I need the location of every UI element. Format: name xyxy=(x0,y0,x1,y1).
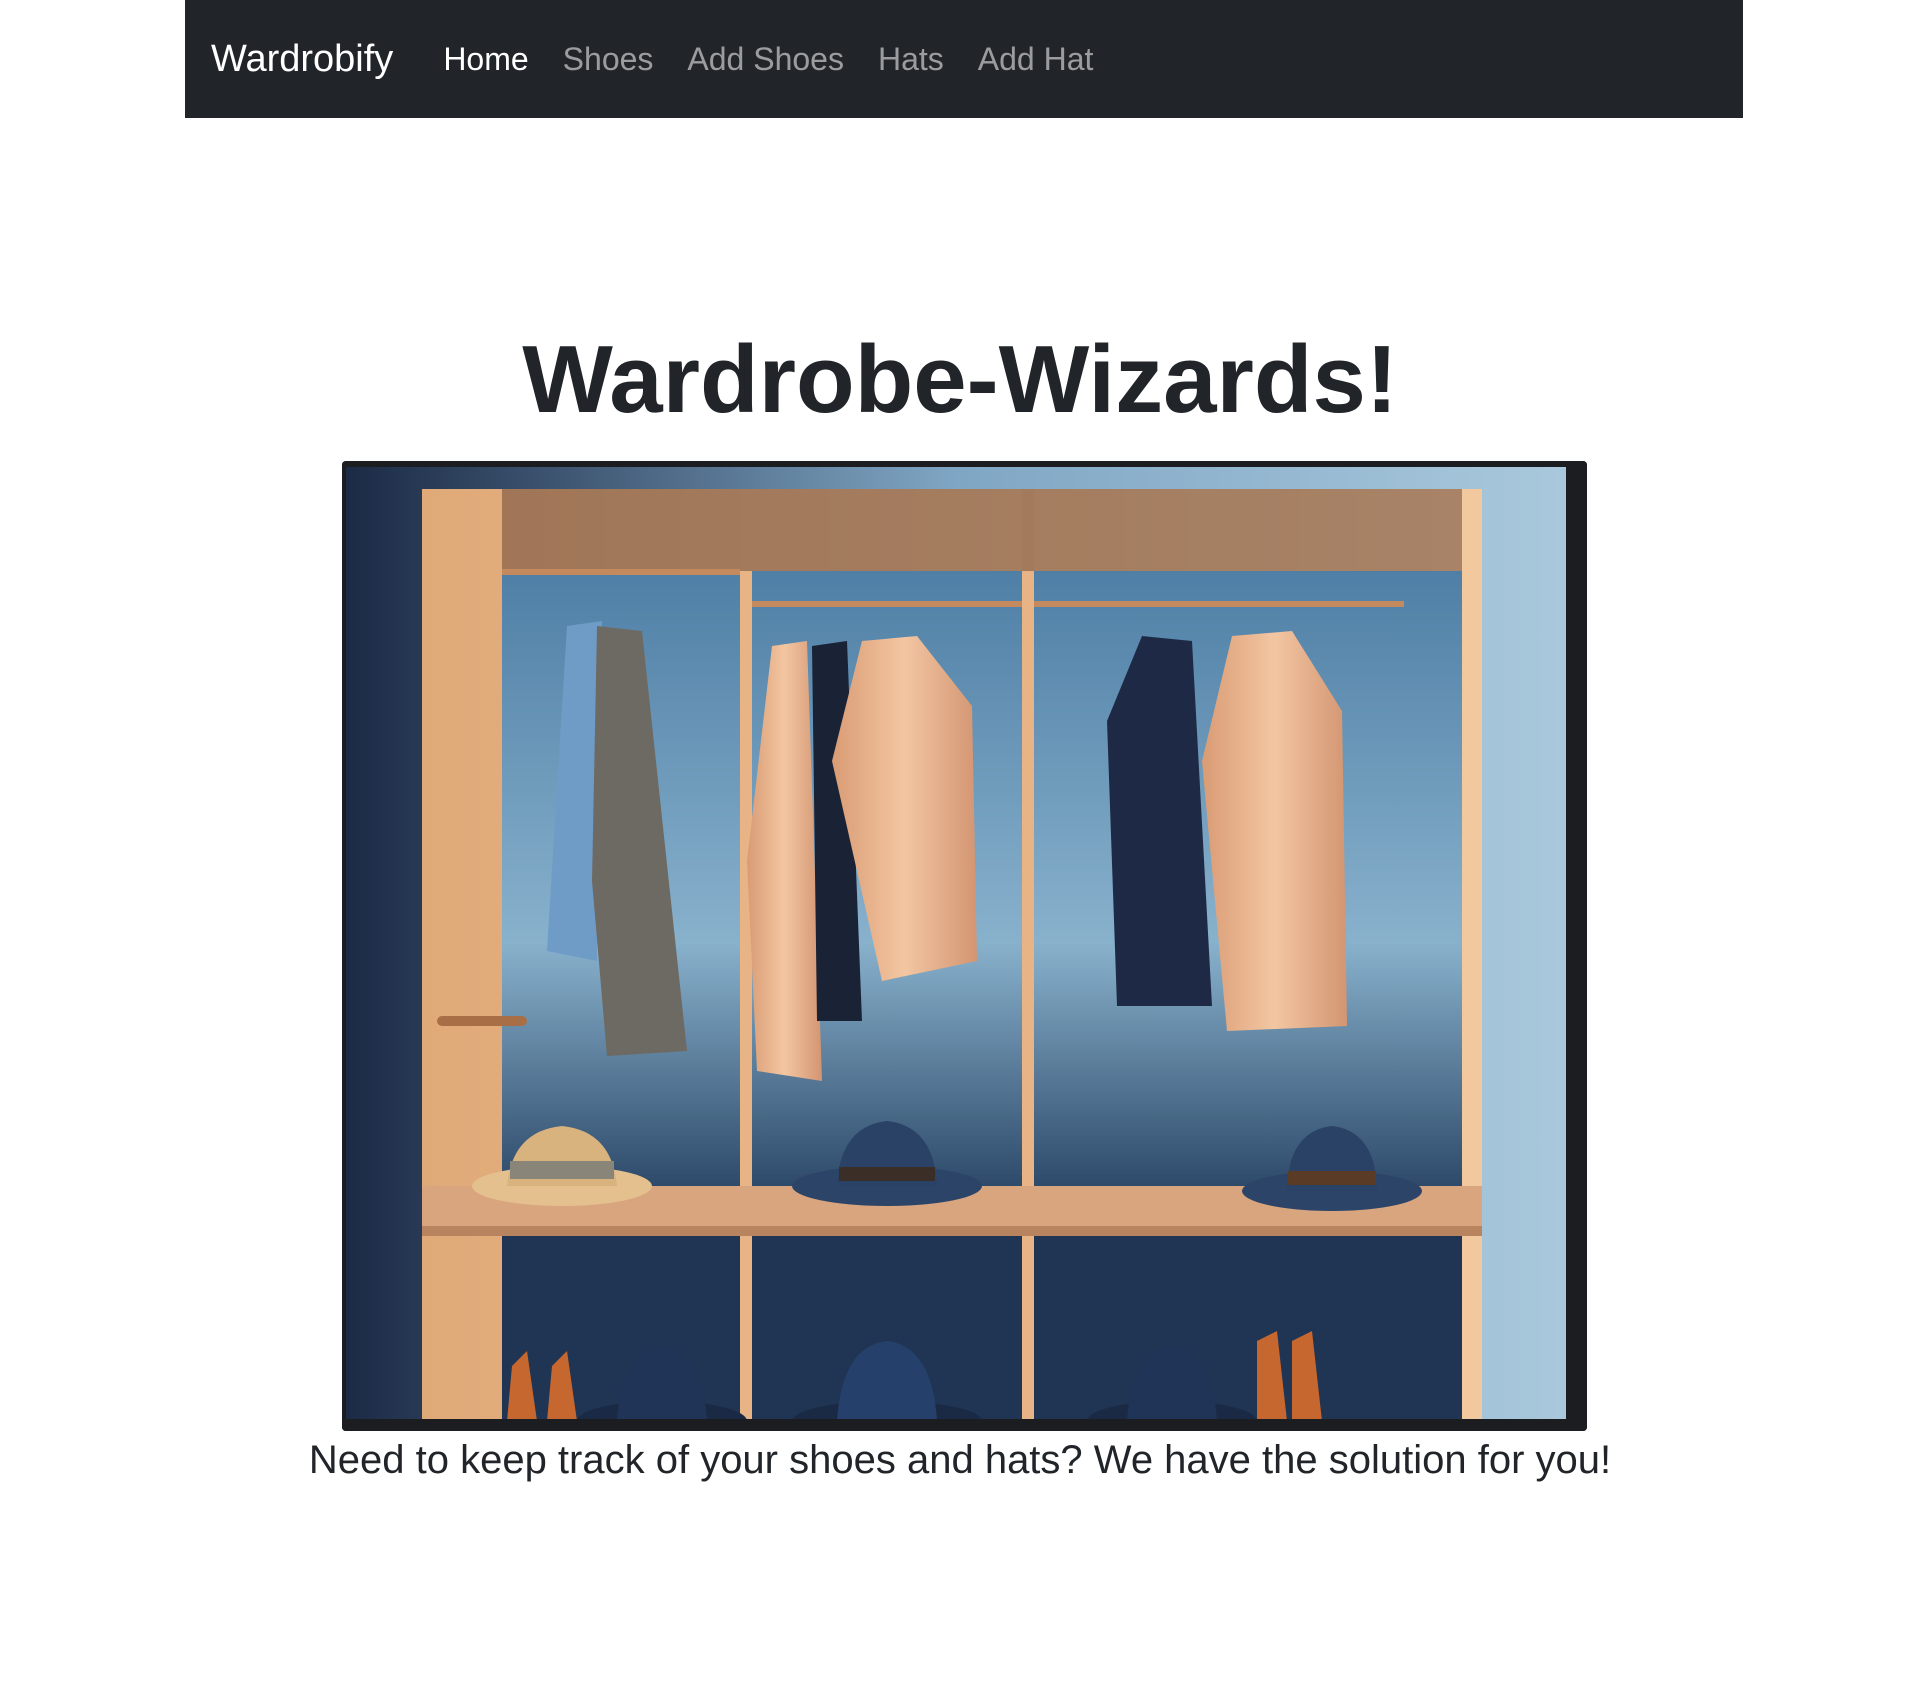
nav-links: Home Shoes Add Shoes Hats Add Hat xyxy=(443,41,1093,78)
page-title: Wardrobe-Wizards! xyxy=(522,326,1398,433)
nav-add-hat-link[interactable]: Add Hat xyxy=(978,41,1094,78)
nav-add-shoes-link[interactable]: Add Shoes xyxy=(687,41,844,78)
top-navbar: Wardrobify Home Shoes Add Shoes Hats Add… xyxy=(185,0,1743,118)
nav-hats-link[interactable]: Hats xyxy=(878,41,944,78)
tagline-text: Need to keep track of your shoes and hat… xyxy=(308,1438,1612,1482)
brand-link[interactable]: Wardrobify xyxy=(211,38,393,81)
nav-shoes-link[interactable]: Shoes xyxy=(563,41,654,78)
wardrobe-hero-image xyxy=(342,461,1587,1431)
nav-home-link[interactable]: Home xyxy=(443,41,528,78)
